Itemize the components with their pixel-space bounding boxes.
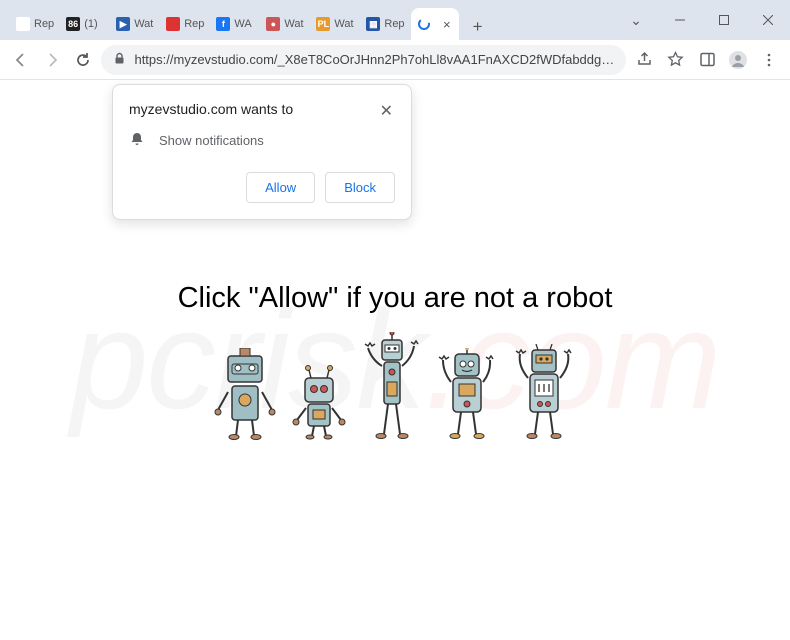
star-icon[interactable] (663, 45, 688, 75)
bell-icon (129, 131, 145, 150)
side-panel-icon[interactable] (695, 45, 720, 75)
window-titlebar: GRep86(1)▶WatRepfWA●WatPLWat▦Rep × + ⌄ (0, 0, 790, 40)
tab-2[interactable]: ▶ Wat (110, 8, 160, 40)
block-button[interactable]: Block (325, 172, 395, 203)
permission-item: Show notifications (159, 133, 264, 148)
tab-label: Wat (284, 18, 304, 30)
notification-permission-dialog: myzevstudio.com wants to ✕ Show notifica… (112, 84, 412, 220)
google-icon: G (16, 17, 30, 31)
tab-label: Rep (34, 18, 54, 30)
menu-icon[interactable] (757, 45, 782, 75)
robot-5-icon (512, 344, 576, 440)
red-dot-icon (166, 17, 180, 31)
close-icon[interactable]: ✕ (378, 101, 395, 121)
back-button[interactable] (8, 45, 33, 75)
lock-icon (113, 52, 126, 68)
forward-button[interactable] (39, 45, 64, 75)
maximize-button[interactable] (702, 3, 746, 37)
reload-button[interactable] (70, 45, 95, 75)
tab-1[interactable]: 86 (1) (60, 8, 110, 40)
tab-label: WA (234, 18, 254, 30)
tab-label: Rep (184, 18, 204, 30)
badge-icon: 86 (66, 17, 80, 31)
tab-strip: GRep86(1)▶WatRepfWA●WatPLWat▦Rep × + (0, 0, 614, 40)
tab-0[interactable]: G Rep (10, 8, 60, 40)
window-controls: ⌄ (614, 3, 790, 37)
tab-5[interactable]: ● Wat (260, 8, 310, 40)
allow-button[interactable]: Allow (246, 172, 315, 203)
minimize-button[interactable] (658, 3, 702, 37)
robot-4-icon (437, 348, 497, 440)
tab-7[interactable]: ▦ Rep (360, 8, 410, 40)
close-window-button[interactable] (746, 3, 790, 37)
page-headline: Click "Allow" if you are not a robot (0, 282, 790, 315)
robots-illustration (214, 332, 576, 440)
orange-icon: ● (266, 17, 280, 31)
tab-4[interactable]: f WA (210, 8, 260, 40)
tab-label: Rep (384, 18, 404, 30)
facebook-icon: f (216, 17, 230, 31)
tab-label: (1) (84, 18, 104, 30)
permission-title: myzevstudio.com wants to (129, 101, 293, 117)
share-icon[interactable] (632, 45, 657, 75)
pl-icon: PL (316, 17, 330, 31)
robot-3-icon (362, 332, 422, 440)
film-icon: ▦ (366, 17, 380, 31)
chevron-down-icon[interactable]: ⌄ (614, 3, 658, 37)
close-icon[interactable]: × (441, 17, 453, 32)
spinner-icon (417, 17, 431, 31)
new-tab-button[interactable]: + (465, 14, 491, 40)
tab-label: Wat (334, 18, 354, 30)
tab-6[interactable]: PL Wat (310, 8, 360, 40)
page-content: pcrisk.com myzevstudio.com wants to ✕ Sh… (0, 80, 790, 640)
play-icon: ▶ (116, 17, 130, 31)
browser-toolbar: https://myzevstudio.com/_X8eT8CoOrJHnn2P… (0, 40, 790, 80)
tab-3[interactable]: Rep (160, 8, 210, 40)
active-tab[interactable]: × (411, 8, 459, 40)
tab-label: Wat (134, 18, 154, 30)
address-bar[interactable]: https://myzevstudio.com/_X8eT8CoOrJHnn2P… (101, 45, 626, 75)
robot-1-icon (214, 348, 276, 440)
robot-2-icon (291, 364, 347, 440)
url-text: https://myzevstudio.com/_X8eT8CoOrJHnn2P… (134, 52, 614, 67)
profile-icon[interactable] (726, 45, 751, 75)
